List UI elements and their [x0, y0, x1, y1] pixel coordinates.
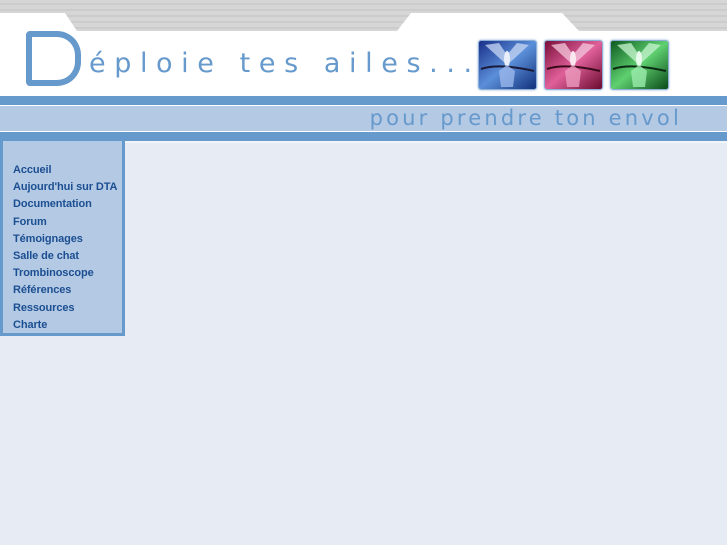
- sidebar-item-documentation: Documentation: [13, 194, 117, 211]
- angel-red-thumbnail[interactable]: [544, 40, 603, 90]
- logo-letter-d: [26, 31, 81, 86]
- sidebar-menu: Accueil Aujourd'hui sur DTA Documentatio…: [13, 160, 117, 332]
- main-content: [125, 141, 727, 545]
- thumbnail-strip: [478, 40, 669, 90]
- sidebar-link-charte[interactable]: Charte: [13, 319, 47, 331]
- sidebar-link-ressources[interactable]: Ressources: [13, 302, 74, 314]
- sidebar-link-forum[interactable]: Forum: [13, 216, 47, 228]
- sidebar-item-salle-de-chat: Salle de chat: [13, 246, 117, 263]
- angel-blue-thumbnail[interactable]: [478, 40, 537, 90]
- sidebar-link-documentation[interactable]: Documentation: [13, 198, 92, 210]
- sidebar-item-forum: Forum: [13, 212, 117, 229]
- site-subtitle: pour prendre ton envol: [369, 106, 682, 130]
- sidebar-item-temoignages: Témoignages: [13, 229, 117, 246]
- site-tagline: éploie tes ailes...: [89, 48, 481, 79]
- site-header: éploie tes ailes...: [0, 0, 727, 96]
- header-band-top: [0, 96, 727, 105]
- sidebar-item-references: Références: [13, 280, 117, 297]
- sidebar-link-accueil[interactable]: Accueil: [13, 164, 52, 176]
- sidebar-link-trombinoscope[interactable]: Trombinoscope: [13, 267, 94, 279]
- sidebar-nav: Accueil Aujourd'hui sur DTA Documentatio…: [0, 141, 125, 336]
- sidebar-link-references[interactable]: Références: [13, 284, 71, 296]
- sidebar-item-trombinoscope: Trombinoscope: [13, 263, 117, 280]
- sidebar-item-ressources: Ressources: [13, 298, 117, 315]
- header-band-bottom: [0, 132, 727, 141]
- angel-green-thumbnail[interactable]: [610, 40, 669, 90]
- sidebar-link-temoignages[interactable]: Témoignages: [13, 233, 83, 245]
- sidebar-link-aujourdhui[interactable]: Aujourd'hui sur DTA: [13, 181, 117, 193]
- sidebar-item-charte: Charte: [13, 315, 117, 332]
- decorative-stripes: [0, 0, 727, 31]
- sidebar-item-accueil: Accueil: [13, 160, 117, 177]
- sidebar-item-aujourdhui: Aujourd'hui sur DTA: [13, 177, 117, 194]
- sidebar-link-salle-de-chat[interactable]: Salle de chat: [13, 250, 79, 262]
